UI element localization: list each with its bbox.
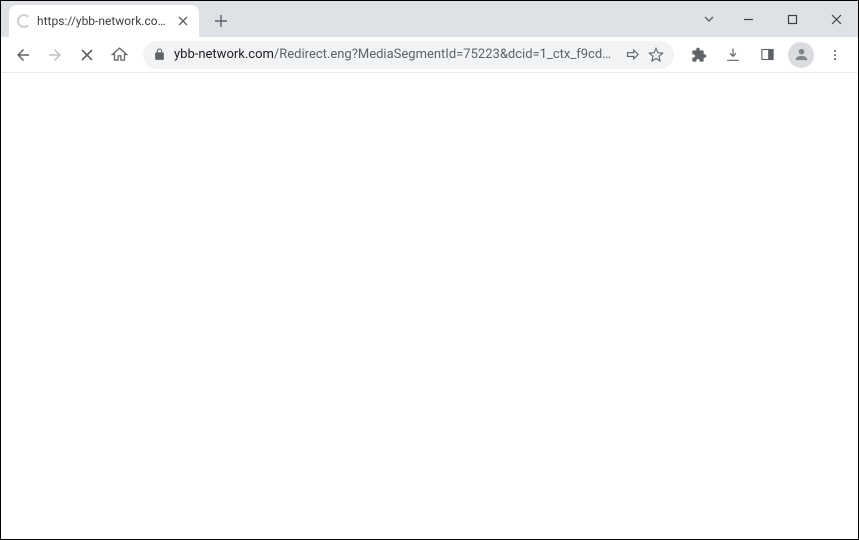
close-window-button[interactable] <box>814 1 858 37</box>
window-controls <box>692 1 858 37</box>
toolbar: ybb-network.com/Redirect.eng?MediaSegmen… <box>1 37 858 73</box>
tab-title: https://ybb-network.com/Redirec <box>37 14 169 28</box>
downloads-button[interactable] <box>718 41 748 69</box>
tab-search-button[interactable] <box>692 13 726 25</box>
loading-spinner-icon <box>17 14 31 28</box>
maximize-button[interactable] <box>770 1 814 37</box>
address-bar[interactable]: ybb-network.com/Redirect.eng?MediaSegmen… <box>143 41 674 69</box>
bookmark-button[interactable] <box>648 47 664 63</box>
active-tab[interactable]: https://ybb-network.com/Redirec <box>9 5 199 37</box>
url-path: /Redirect.eng?MediaSegmentId=75223&dcid=… <box>274 47 617 62</box>
menu-button[interactable] <box>820 41 850 69</box>
home-button[interactable] <box>105 41 133 69</box>
tab-strip: https://ybb-network.com/Redirec <box>1 1 235 37</box>
minimize-button[interactable] <box>726 1 770 37</box>
forward-button <box>41 41 69 69</box>
page-content-area <box>1 73 858 539</box>
new-tab-button[interactable] <box>207 7 235 35</box>
side-panel-button[interactable] <box>752 41 782 69</box>
lock-icon <box>153 48 166 61</box>
close-tab-button[interactable] <box>175 13 191 29</box>
titlebar: https://ybb-network.com/Redirec <box>1 1 858 37</box>
browser-window: https://ybb-network.com/Redirec <box>1 1 858 539</box>
back-button[interactable] <box>9 41 37 69</box>
url-text: ybb-network.com/Redirect.eng?MediaSegmen… <box>174 47 617 62</box>
url-domain: ybb-network.com <box>174 47 274 62</box>
share-button[interactable] <box>625 47 640 62</box>
stop-reload-button[interactable] <box>73 41 101 69</box>
profile-avatar-button[interactable] <box>788 42 814 68</box>
extensions-button[interactable] <box>684 41 714 69</box>
